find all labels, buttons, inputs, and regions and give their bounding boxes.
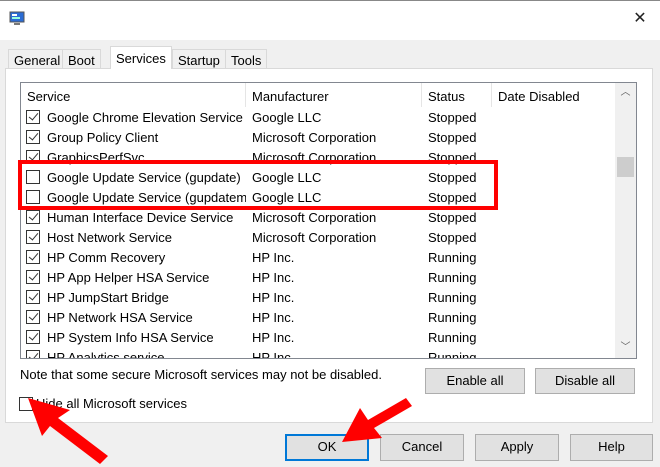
- arrow-to-checkbox: [28, 398, 108, 464]
- arrow-to-ok: [342, 398, 412, 442]
- annotation-arrows: [28, 398, 412, 464]
